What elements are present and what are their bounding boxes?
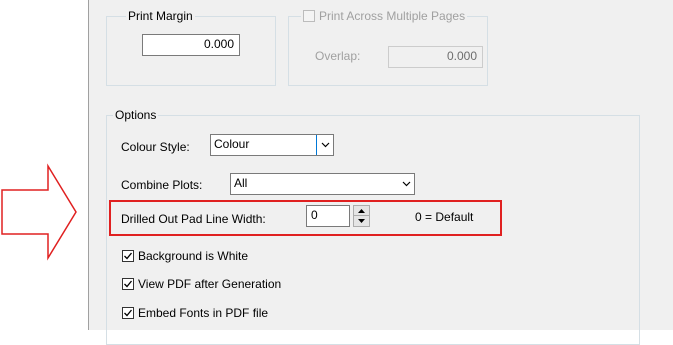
overlap-input[interactable]: 0.000 [388,46,483,68]
spin-down-icon[interactable] [353,216,370,227]
drilled-pad-input[interactable]: 0 [306,205,350,227]
embed-fonts-option[interactable]: Embed Fonts in PDF file [122,306,268,320]
colour-style-value: Colour [214,137,250,151]
print-across-checkbox[interactable] [303,10,315,22]
print-across-legend: Print Across Multiple Pages [301,9,468,23]
drilled-pad-hint: 0 = Default [415,210,474,224]
view-pdf-checkbox[interactable] [122,278,134,290]
overlap-label: Overlap: [315,49,361,63]
combine-plots-value: All [234,176,248,190]
embed-fonts-checkbox[interactable] [122,307,134,319]
print-margin-input[interactable]: 0.000 [142,34,240,56]
embed-fonts-label: Embed Fonts in PDF file [138,306,269,320]
combine-plots-label: Combine Plots: [121,178,203,192]
arrow-right-outline-icon [1,163,77,261]
chevron-down-icon[interactable] [316,135,333,155]
background-white-label: Background is White [138,249,249,263]
print-across-label: Print Across Multiple Pages [319,9,466,23]
drilled-pad-spinner[interactable] [353,205,370,227]
view-pdf-option[interactable]: View PDF after Generation [122,277,281,291]
background-white-option[interactable]: Background is White [122,249,248,263]
colour-style-select[interactable]: Colour [210,134,334,156]
options-legend: Options [113,108,159,122]
drilled-pad-label: Drilled Out Pad Line Width: [121,212,266,226]
print-settings-dialog: Print Margin 0.000 Print Across Multiple… [88,0,673,345]
spin-up-icon[interactable] [353,205,370,216]
combine-plots-select[interactable]: All [230,173,415,195]
colour-style-label: Colour Style: [121,140,190,154]
chevron-down-icon[interactable] [398,174,414,194]
print-margin-legend: Print Margin [126,9,195,23]
view-pdf-label: View PDF after Generation [138,277,282,291]
background-white-checkbox[interactable] [122,250,134,262]
